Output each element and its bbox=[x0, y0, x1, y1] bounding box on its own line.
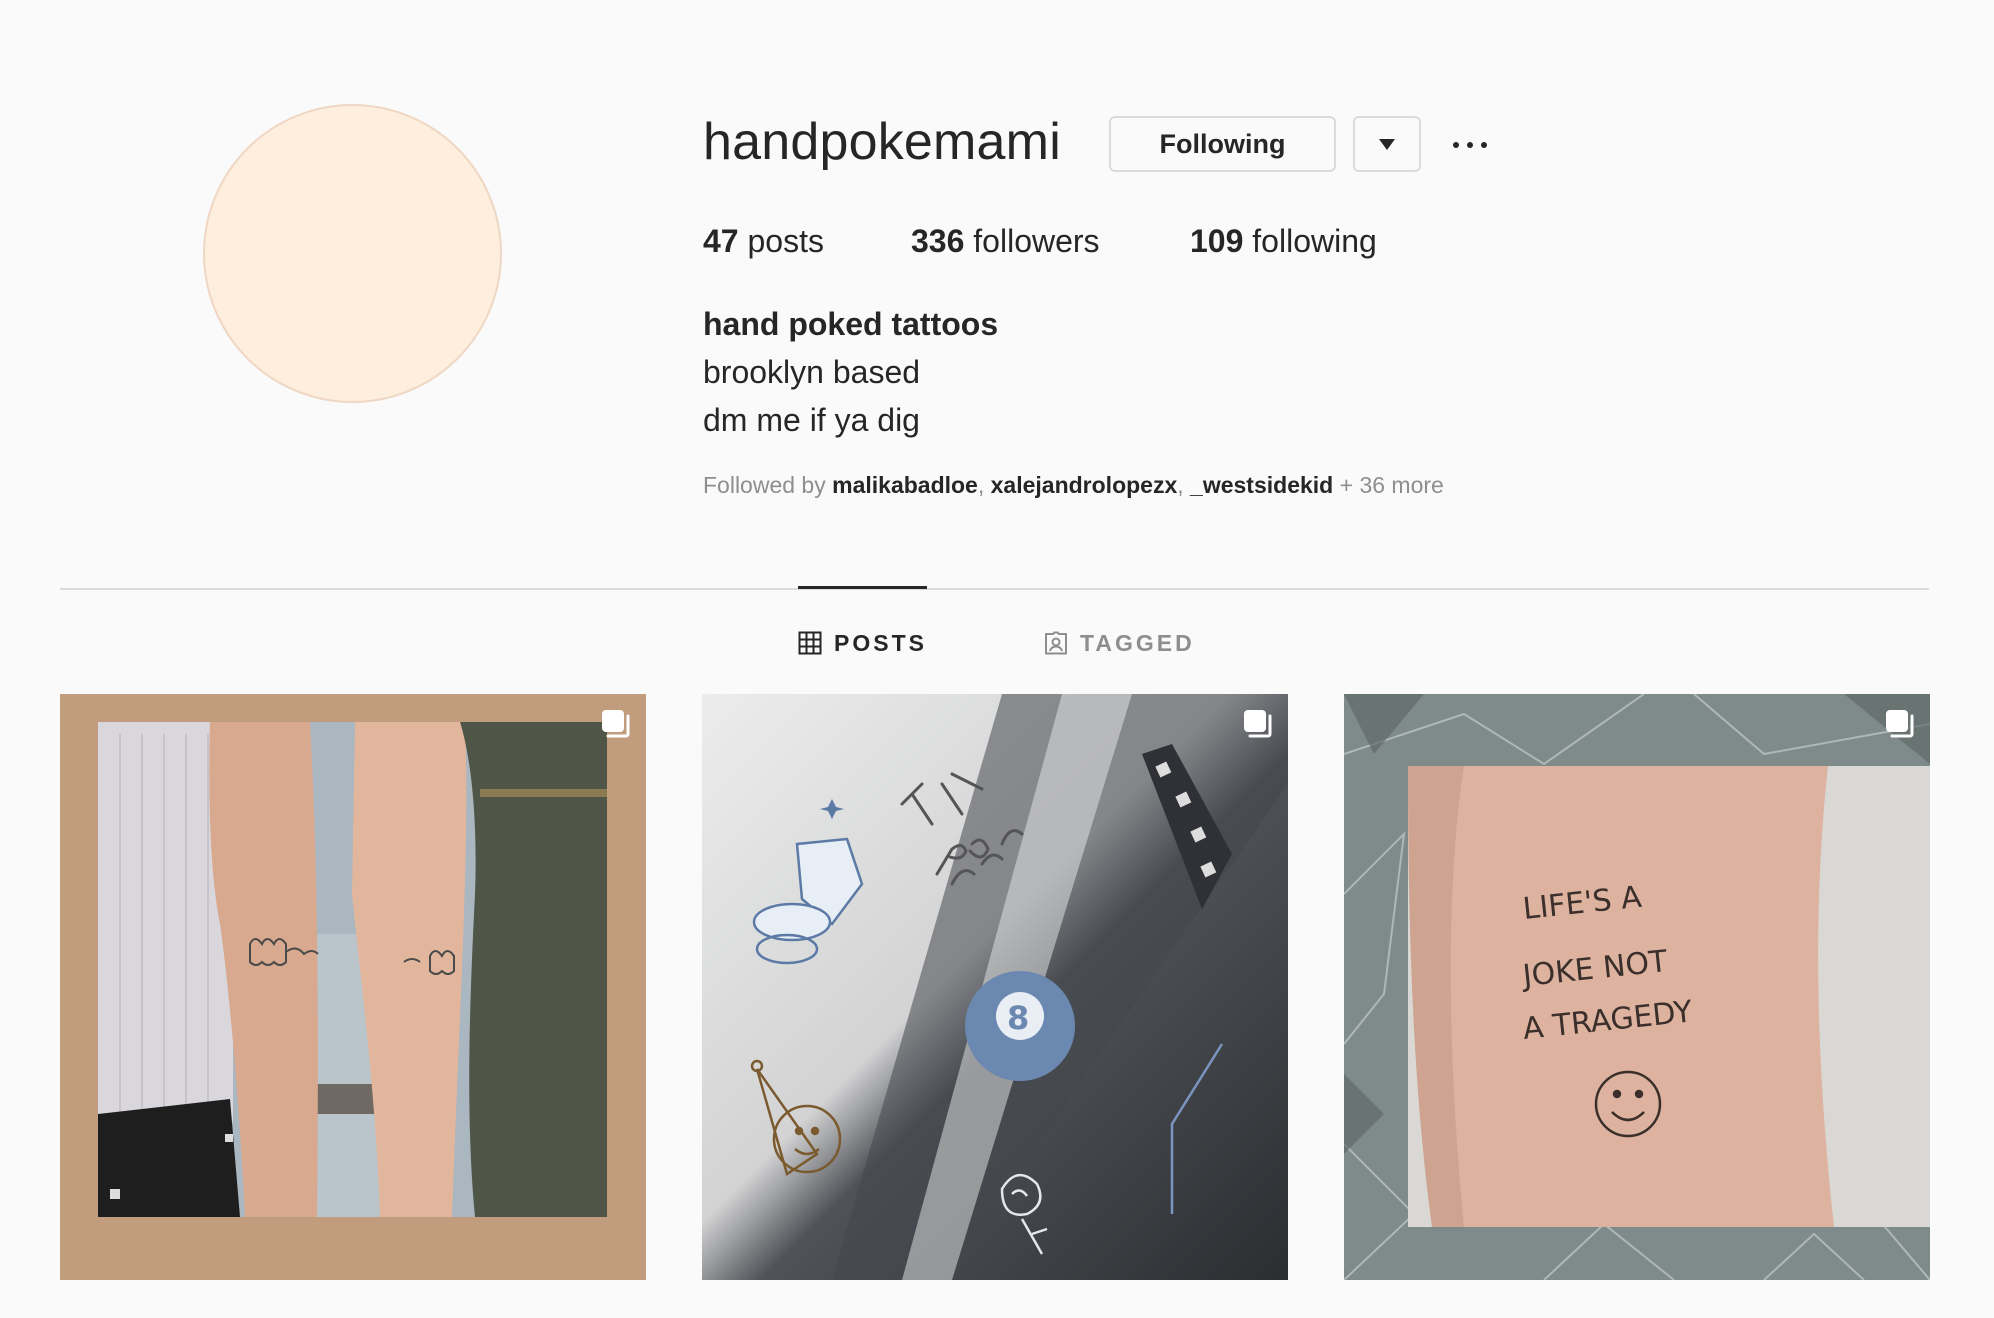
bio-name: hand poked tattoos bbox=[703, 306, 999, 342]
followed-by: Followed by malikabadloe, xalejandrolope… bbox=[703, 472, 1444, 498]
tagged-user-icon bbox=[1045, 631, 1067, 655]
post-image: 8 bbox=[702, 694, 1288, 1280]
profile-username: handpokemami bbox=[703, 113, 1061, 171]
ellipsis-icon[interactable] bbox=[1453, 128, 1487, 162]
post-image: LIFE'S A JOKE NOT A TRAGEDY bbox=[1344, 694, 1930, 1280]
post-image bbox=[60, 694, 646, 1280]
tabs-divider bbox=[60, 588, 1929, 590]
followed-by-more-link[interactable]: + 36 more bbox=[1333, 472, 1444, 498]
post-thumbnail[interactable] bbox=[60, 694, 646, 1280]
following-link[interactable]: 109 following bbox=[1190, 223, 1377, 260]
carousel-icon bbox=[1886, 710, 1914, 738]
following-button[interactable]: Following bbox=[1109, 116, 1336, 172]
followers-link[interactable]: 336 followers bbox=[911, 223, 1100, 260]
tab-tagged-label: TAGGED bbox=[1080, 629, 1195, 656]
bio-text: brooklyn based bbox=[703, 354, 921, 390]
grid-icon bbox=[798, 631, 822, 655]
tab-posts-label: POSTS bbox=[834, 629, 927, 656]
post-thumbnail[interactable]: 8 bbox=[702, 694, 1288, 1280]
active-tab-indicator bbox=[798, 586, 927, 589]
profile-avatar[interactable] bbox=[203, 104, 502, 403]
posts-count: 47 posts bbox=[703, 223, 824, 259]
triangle-down-icon bbox=[1379, 138, 1395, 150]
follower-link[interactable]: xalejandrolopezx bbox=[991, 472, 1178, 498]
follower-link[interactable]: malikabadloe bbox=[832, 472, 978, 498]
bio-text: dm me if ya dig bbox=[703, 402, 920, 438]
carousel-icon bbox=[602, 710, 630, 738]
carousel-icon bbox=[1244, 710, 1272, 738]
tab-tagged[interactable]: TAGGED bbox=[1044, 628, 1195, 658]
tab-posts[interactable]: POSTS bbox=[798, 628, 927, 658]
follower-link[interactable]: _westsidekid bbox=[1190, 472, 1333, 498]
svg-text:8: 8 bbox=[1007, 999, 1029, 1037]
follow-options-dropdown-button[interactable] bbox=[1353, 116, 1421, 172]
post-thumbnail[interactable]: LIFE'S A JOKE NOT A TRAGEDY bbox=[1344, 694, 1930, 1280]
